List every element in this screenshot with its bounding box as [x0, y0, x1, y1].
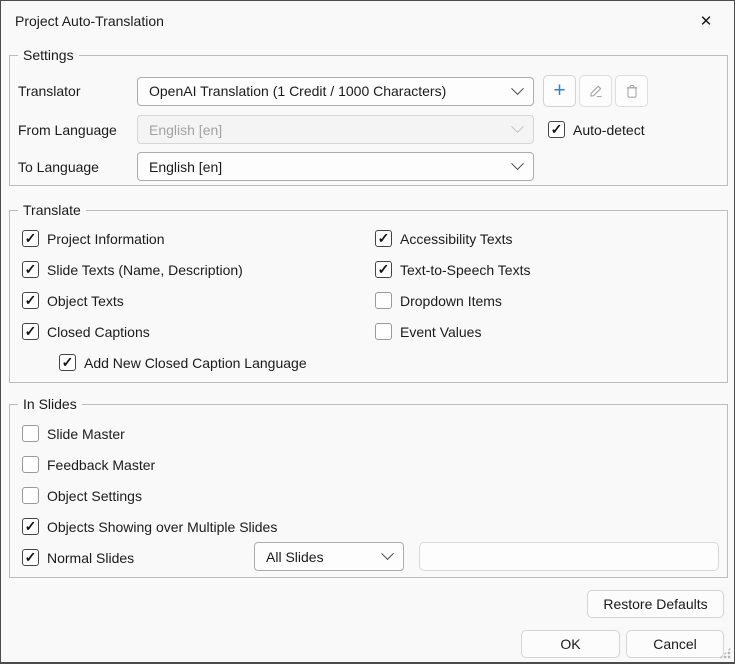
row-object-settings: Object Settings: [22, 487, 142, 504]
checkbox-slide-master[interactable]: [22, 425, 39, 442]
slide-texts-label: Slide Texts (Name, Description): [47, 262, 243, 278]
checkbox-accessibility-texts[interactable]: [375, 230, 392, 247]
edit-translator-button: [579, 75, 612, 107]
row-slide-texts: Slide Texts (Name, Description): [22, 261, 243, 278]
ok-button[interactable]: OK: [521, 630, 620, 658]
from-language-select: English [en]: [137, 115, 534, 144]
chevron-down-icon: [511, 120, 524, 133]
dialog-project-auto-translation: Project Auto-Translation ✕ Settings Tran…: [0, 0, 735, 664]
auto-detect-label: Auto-detect: [573, 122, 645, 138]
close-icon: ✕: [700, 12, 713, 30]
from-language-row: From Language English [en] Auto-detect: [18, 115, 645, 144]
translator-row: Translator OpenAI Translation (1 Credit …: [18, 75, 648, 107]
dialog-title: Project Auto-Translation: [15, 13, 164, 29]
cancel-button[interactable]: Cancel: [626, 630, 724, 658]
close-button[interactable]: ✕: [696, 11, 716, 31]
settings-legend: Settings: [18, 46, 79, 65]
accessibility-texts-label: Accessibility Texts: [400, 231, 513, 247]
row-project-information: Project Information: [22, 230, 165, 247]
to-language-label: To Language: [18, 159, 137, 175]
row-accessibility-texts: Accessibility Texts: [375, 230, 513, 247]
translator-label: Translator: [18, 83, 137, 99]
restore-defaults-button[interactable]: Restore Defaults: [587, 590, 724, 618]
from-language-value: English [en]: [149, 122, 222, 138]
checkbox-project-information[interactable]: [22, 230, 39, 247]
row-add-new-closed-caption-language: Add New Closed Caption Language: [59, 354, 307, 371]
project-information-label: Project Information: [47, 231, 165, 247]
row-feedback-master: Feedback Master: [22, 456, 155, 473]
in-slides-legend: In Slides: [18, 395, 82, 414]
row-text-to-speech-texts: Text-to-Speech Texts: [375, 261, 530, 278]
row-event-values: Event Values: [375, 323, 481, 340]
checkbox-auto-detect[interactable]: [548, 121, 565, 138]
to-language-row: To Language English [en]: [18, 152, 534, 181]
add-translator-button[interactable]: +: [543, 75, 576, 107]
add-new-closed-caption-language-label: Add New Closed Caption Language: [84, 355, 307, 371]
dropdown-items-label: Dropdown Items: [400, 293, 502, 309]
checkbox-objects-showing-over-multiple-slides[interactable]: [22, 518, 39, 535]
delete-translator-button: [615, 75, 648, 107]
checkbox-normal-slides[interactable]: [22, 549, 39, 566]
ok-label: OK: [560, 636, 580, 652]
translator-value: OpenAI Translation (1 Credit / 1000 Char…: [149, 83, 446, 99]
title-bar: Project Auto-Translation ✕: [1, 1, 734, 41]
translate-legend: Translate: [18, 201, 86, 220]
object-settings-label: Object Settings: [47, 488, 142, 504]
row-normal-slides: Normal Slides: [22, 543, 134, 572]
checkbox-dropdown-items[interactable]: [375, 292, 392, 309]
event-values-label: Event Values: [400, 324, 481, 340]
settings-group: Settings Translator OpenAI Translation (…: [9, 55, 728, 186]
checkbox-text-to-speech-texts[interactable]: [375, 261, 392, 278]
object-texts-label: Object Texts: [47, 293, 124, 309]
plus-icon: +: [553, 80, 565, 101]
checkbox-closed-captions[interactable]: [22, 323, 39, 340]
trash-icon: [624, 83, 640, 99]
chevron-down-icon: [381, 547, 394, 560]
normal-slides-label: Normal Slides: [47, 550, 134, 566]
cancel-label: Cancel: [653, 636, 697, 652]
in-slides-group: In Slides Slide Master Feedback Master O…: [9, 404, 728, 578]
from-language-label: From Language: [18, 122, 137, 138]
translate-group: Translate Project Information Slide Text…: [9, 210, 728, 383]
slide-master-label: Slide Master: [47, 426, 125, 442]
row-slide-master: Slide Master: [22, 425, 125, 442]
text-to-speech-texts-label: Text-to-Speech Texts: [400, 262, 530, 278]
translator-select[interactable]: OpenAI Translation (1 Credit / 1000 Char…: [137, 77, 534, 106]
checkbox-feedback-master[interactable]: [22, 456, 39, 473]
row-object-texts: Object Texts: [22, 292, 124, 309]
checkbox-add-new-closed-caption-language[interactable]: [59, 354, 76, 371]
closed-captions-label: Closed Captions: [47, 324, 150, 340]
checkbox-event-values[interactable]: [375, 323, 392, 340]
checkbox-object-texts[interactable]: [22, 292, 39, 309]
to-language-select[interactable]: English [en]: [137, 152, 534, 181]
restore-defaults-label: Restore Defaults: [603, 596, 707, 612]
checkbox-slide-texts[interactable]: [22, 261, 39, 278]
chevron-down-icon: [511, 157, 524, 170]
feedback-master-label: Feedback Master: [47, 457, 155, 473]
edit-icon: [588, 83, 604, 99]
checkbox-object-settings[interactable]: [22, 487, 39, 504]
row-dropdown-items: Dropdown Items: [375, 292, 502, 309]
row-closed-captions: Closed Captions: [22, 323, 150, 340]
objects-showing-over-multiple-slides-label: Objects Showing over Multiple Slides: [47, 519, 277, 535]
slides-scope-select[interactable]: All Slides: [254, 542, 404, 571]
slides-range-input[interactable]: [419, 542, 719, 571]
chevron-down-icon: [511, 82, 524, 95]
to-language-value: English [en]: [149, 159, 222, 175]
slides-scope-value: All Slides: [266, 549, 324, 565]
row-objects-showing-over-multiple-slides: Objects Showing over Multiple Slides: [22, 518, 277, 535]
